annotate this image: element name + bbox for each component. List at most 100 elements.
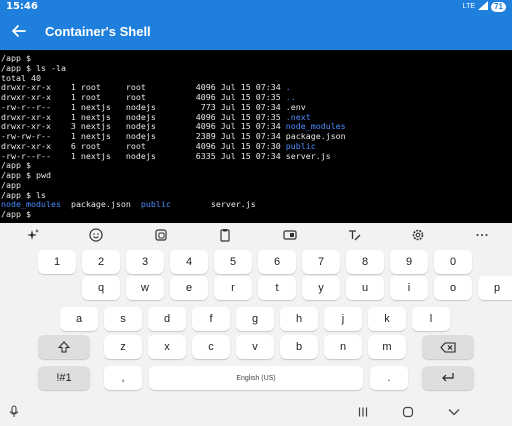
terminal-text: public bbox=[285, 140, 316, 151]
terminal-text: /app $ bbox=[1, 209, 36, 219]
key-v[interactable]: v bbox=[236, 335, 274, 359]
key-b[interactable]: b bbox=[280, 335, 318, 359]
key-l[interactable]: l bbox=[412, 307, 450, 331]
key-2[interactable]: 2 bbox=[82, 250, 120, 274]
battery-level: 71 bbox=[491, 1, 506, 12]
status-icons: LTE 71 bbox=[463, 1, 506, 12]
terminal-line: /app $ ls -la bbox=[1, 62, 512, 74]
terminal-text: total 40 bbox=[1, 72, 41, 83]
backspace-icon bbox=[440, 341, 456, 353]
key-a[interactable]: a bbox=[60, 307, 98, 331]
terminal-text: /app $ ls bbox=[1, 189, 46, 200]
key-g[interactable]: g bbox=[236, 307, 274, 331]
status-time: 15:46 bbox=[6, 1, 38, 12]
terminal-text: /app $ bbox=[1, 53, 36, 63]
key-e[interactable]: e bbox=[170, 276, 208, 300]
page-title: Container's Shell bbox=[45, 24, 151, 39]
key-o[interactable]: o bbox=[434, 276, 472, 300]
terminal-text: /app $ ls -la bbox=[1, 62, 66, 73]
key-4[interactable]: 4 bbox=[170, 250, 208, 274]
key-q[interactable]: q bbox=[82, 276, 120, 300]
key-r[interactable]: r bbox=[214, 276, 252, 300]
key-n[interactable]: n bbox=[324, 335, 362, 359]
symbols-key[interactable]: !#1 bbox=[38, 366, 90, 390]
terminal-text: .. bbox=[285, 92, 296, 102]
terminal-text: .next bbox=[285, 111, 311, 122]
key-d[interactable]: d bbox=[148, 307, 186, 331]
terminal-text: drwxr-xr-x 1 root root 4096 Jul 15 07:35 bbox=[1, 92, 286, 102]
home-icon[interactable] bbox=[400, 404, 416, 420]
arrow-back-icon[interactable] bbox=[8, 20, 30, 42]
key-c[interactable]: c bbox=[192, 335, 230, 359]
terminal-line: /app $ pwd bbox=[1, 170, 512, 181]
handwriting-icon[interactable] bbox=[346, 227, 362, 243]
terminal-text: node_modules bbox=[285, 121, 346, 132]
mic-icon[interactable] bbox=[6, 404, 22, 420]
terminal-text: /app bbox=[1, 179, 21, 190]
terminal-line: -rw-r--r-- 1 nextjs nodejs 6335 Jul 15 0… bbox=[1, 150, 512, 162]
clipboard-icon[interactable] bbox=[217, 227, 233, 243]
key-u[interactable]: u bbox=[346, 276, 384, 300]
terminal-text: drwxr-xr-x 6 root root 4096 Jul 15 07:30 bbox=[1, 140, 286, 151]
terminal-output[interactable]: /app $ /app $ ls -la total 40 drwxr-xr-x 1… bbox=[0, 50, 512, 223]
comma-key[interactable]: , bbox=[104, 366, 142, 390]
navigation-bar bbox=[0, 400, 512, 426]
terminal-text: package.json bbox=[60, 199, 141, 210]
period-key[interactable]: . bbox=[370, 366, 408, 390]
enter-key[interactable] bbox=[422, 366, 474, 390]
key-9[interactable]: 9 bbox=[390, 250, 428, 274]
backspace-key[interactable] bbox=[422, 335, 474, 359]
network-label: LTE bbox=[462, 3, 476, 10]
terminal-text: node_modules bbox=[1, 199, 61, 210]
settings-icon[interactable] bbox=[410, 227, 426, 243]
key-7[interactable]: 7 bbox=[302, 250, 340, 274]
key-5[interactable]: 5 bbox=[214, 250, 252, 274]
terminal-text: -rw-rw-r-- 1 nextjs nodejs 2389 Jul 15 0… bbox=[1, 131, 346, 141]
sparkle-icon[interactable] bbox=[25, 227, 41, 243]
key-1[interactable]: 1 bbox=[38, 250, 76, 274]
recents-icon[interactable] bbox=[355, 404, 371, 420]
more-icon[interactable] bbox=[474, 227, 490, 243]
keyboard-toolbar bbox=[0, 223, 512, 246]
status-bar: 15:46 LTE 71 bbox=[0, 0, 512, 14]
terminal-text: drwxr-xr-x 1 root root 4096 Jul 15 07:34 bbox=[1, 82, 286, 93]
enter-icon bbox=[442, 373, 454, 382]
terminal-line: node_modules package.json public server.… bbox=[1, 199, 512, 210]
key-i[interactable]: i bbox=[390, 276, 428, 300]
one-handed-icon[interactable] bbox=[282, 227, 298, 243]
key-y[interactable]: y bbox=[302, 276, 340, 300]
terminal-line: /app $ bbox=[1, 53, 512, 64]
terminal-text: public bbox=[140, 199, 171, 210]
key-3[interactable]: 3 bbox=[126, 250, 164, 274]
emoji-icon[interactable] bbox=[88, 227, 104, 243]
back-chevron-icon[interactable] bbox=[446, 404, 462, 420]
terminal-text: -rw-r--r-- 1 nextjs nodejs 6335 Jul 15 0… bbox=[1, 150, 331, 161]
terminal-line: /app $ bbox=[1, 160, 512, 171]
terminal-line: /app $ bbox=[1, 209, 512, 220]
key-t[interactable]: t bbox=[258, 276, 296, 300]
shift-icon bbox=[58, 341, 70, 353]
app-bar: Container's Shell bbox=[0, 14, 512, 50]
space-key[interactable]: English (US) bbox=[149, 366, 363, 390]
signal-icon bbox=[478, 1, 489, 12]
key-0[interactable]: 0 bbox=[434, 250, 472, 274]
terminal-text: -rw-r--r-- 1 nextjs nodejs 773 Jul 15 07… bbox=[1, 101, 306, 112]
terminal-text: . bbox=[285, 82, 291, 93]
key-x[interactable]: x bbox=[148, 335, 186, 359]
key-m[interactable]: m bbox=[368, 335, 406, 359]
shift-key[interactable] bbox=[38, 335, 90, 359]
terminal-text: drwxr-xr-x 3 nextjs nodejs 4096 Jul 15 0… bbox=[1, 121, 286, 132]
sticker-icon[interactable] bbox=[153, 227, 169, 243]
key-f[interactable]: f bbox=[192, 307, 230, 331]
key-w[interactable]: w bbox=[126, 276, 164, 300]
key-6[interactable]: 6 bbox=[258, 250, 296, 274]
key-z[interactable]: z bbox=[104, 335, 142, 359]
key-h[interactable]: h bbox=[280, 307, 318, 331]
terminal-text: drwxr-xr-x 1 nextjs nodejs 4096 Jul 15 0… bbox=[1, 111, 286, 122]
soft-keyboard: 1234567890 qwertyuiop asdfghjkl zxcvbnm !#1… bbox=[0, 223, 512, 426]
key-j[interactable]: j bbox=[324, 307, 362, 331]
key-p[interactable]: p bbox=[478, 276, 512, 300]
key-s[interactable]: s bbox=[104, 307, 142, 331]
key-k[interactable]: k bbox=[368, 307, 406, 331]
key-8[interactable]: 8 bbox=[346, 250, 384, 274]
